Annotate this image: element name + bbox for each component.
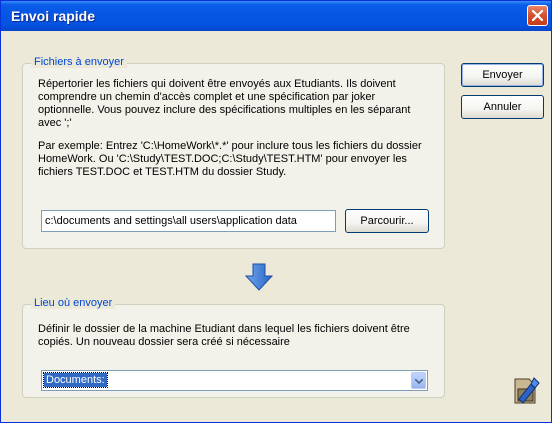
close-icon: [532, 10, 543, 21]
chevron-down-icon: [415, 379, 423, 384]
arrow-down-icon: [244, 263, 274, 291]
send-button-label: Envoyer: [482, 69, 523, 81]
destination-group: Lieu où envoyer Définir le dossier de la…: [22, 297, 445, 398]
files-example: Par exemple: Entrez 'C:\HomeWork\*.*' po…: [38, 140, 422, 178]
window-title: Envoi rapide: [11, 8, 96, 24]
browse-button[interactable]: Parcourir...: [345, 209, 429, 233]
cancel-button-label: Annuler: [483, 101, 522, 113]
browse-button-label: Parcourir...: [360, 215, 414, 227]
destination-folder-select[interactable]: Documents:: [41, 370, 428, 391]
files-description: Répertorier les fichiers qui doivent êtr…: [38, 78, 411, 129]
destination-group-legend: Lieu où envoyer: [31, 297, 116, 309]
files-group-legend: Fichiers à envoyer: [31, 56, 127, 68]
destination-description: Définir le dossier de la machine Etudian…: [38, 323, 410, 348]
files-path-input[interactable]: c:\documents and settings\all users\appl…: [41, 210, 336, 232]
title-bar[interactable]: Envoi rapide: [1, 1, 551, 31]
send-files-icon: [514, 377, 540, 404]
files-group: Fichiers à envoyer Répertorier les fichi…: [22, 56, 445, 249]
close-button[interactable]: [527, 5, 548, 26]
cancel-button[interactable]: Annuler: [461, 95, 544, 119]
dialog-window: Envoi rapide Fichiers à envoyer Répertor…: [0, 0, 552, 423]
send-button[interactable]: Envoyer: [461, 63, 544, 87]
destination-folder-value: Documents:: [43, 372, 108, 388]
dropdown-button[interactable]: [411, 372, 426, 389]
